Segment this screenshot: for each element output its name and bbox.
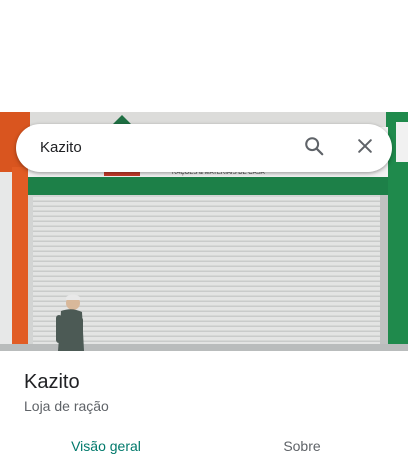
close-icon bbox=[355, 136, 375, 161]
place-tabs: Visão geral Sobre bbox=[0, 429, 408, 464]
place-category: Loja de ração bbox=[24, 398, 109, 414]
close-button[interactable] bbox=[351, 134, 379, 162]
search-input[interactable]: Kazito bbox=[40, 124, 82, 172]
place-info-panel: Kazito Loja de ração Visão geral Sobre bbox=[0, 351, 408, 464]
search-icon bbox=[303, 135, 325, 162]
tab-overview[interactable]: Visão geral bbox=[4, 429, 208, 464]
search-button[interactable] bbox=[300, 134, 328, 162]
search-bar[interactable]: Kazito bbox=[16, 124, 392, 172]
map-top-area bbox=[0, 0, 408, 112]
tab-about[interactable]: Sobre bbox=[200, 429, 404, 464]
place-title: Kazito bbox=[24, 371, 80, 393]
